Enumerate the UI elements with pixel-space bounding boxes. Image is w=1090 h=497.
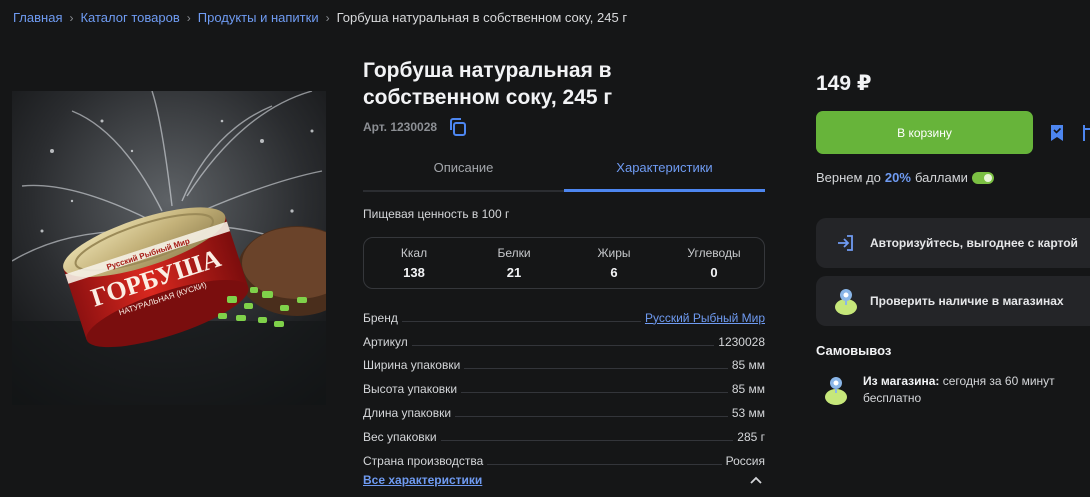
price: 149 ₽ xyxy=(816,72,872,95)
bonus-text-before: Вернем до xyxy=(816,170,881,185)
pickup-time-line: Из магазина: сегодня за 60 минут xyxy=(863,373,1055,390)
leader-line xyxy=(401,320,641,322)
characteristic-row: Артикул 1230028 xyxy=(363,325,765,349)
article-number: Арт. 1230028 xyxy=(363,120,438,134)
nutrition-label: Углеводы xyxy=(687,246,741,260)
add-to-cart-button[interactable]: В корзину xyxy=(816,111,1033,154)
characteristics-list: Бренд Русский Рыбный Мир Артикул 1230028… xyxy=(363,301,765,468)
breadcrumb: Главная › Каталог товаров › Продукты и н… xyxy=(13,10,627,25)
login-card-text: Авторизуйтесь, выгоднее с картой xyxy=(870,236,1078,250)
bonus-text-after: баллами xyxy=(914,170,968,185)
characteristic-value: 1230028 xyxy=(718,334,765,349)
store-pickup-icon xyxy=(825,377,847,405)
nutrition-value: 6 xyxy=(610,265,618,280)
all-characteristics-link[interactable]: Все характеристики xyxy=(363,473,482,487)
bookmark-icon[interactable] xyxy=(1048,123,1066,143)
characteristic-row: Страна производства Россия xyxy=(363,444,765,468)
characteristic-row: Высота упаковки 85 мм xyxy=(363,372,765,396)
breadcrumb-catalog[interactable]: Каталог товаров xyxy=(80,10,179,25)
product-image[interactable]: Русский Рыбный Мир ГОРБУША НАТУРАЛЬНАЯ (… xyxy=(12,91,326,405)
nutrition-value: 138 xyxy=(403,265,425,280)
breadcrumb-separator-icon: › xyxy=(69,10,74,25)
characteristic-key: Артикул xyxy=(363,334,408,349)
characteristic-key: Ширина упаковки xyxy=(363,358,461,373)
leader-line xyxy=(461,392,728,394)
store-bag-icon xyxy=(835,289,857,315)
nutrition-cell: Ккал 138 xyxy=(364,238,464,288)
product-tabs: Описание Характеристики xyxy=(363,154,765,192)
pickup-option: Из магазина: сегодня за 60 минут бесплат… xyxy=(822,373,1055,407)
login-icon xyxy=(838,235,853,251)
pickup-info: Из магазина: сегодня за 60 минут бесплат… xyxy=(863,373,1055,407)
nutrition-cell: Жиры 6 xyxy=(564,238,664,288)
nutrition-label: Жиры xyxy=(597,246,631,260)
breadcrumb-separator-icon: › xyxy=(186,10,191,25)
nutrition-cell: Углеводы 0 xyxy=(664,238,764,288)
pickup-when: сегодня за 60 минут xyxy=(942,374,1055,388)
tab-description[interactable]: Описание xyxy=(363,154,564,190)
nutrition-cell: Белки 21 xyxy=(464,238,564,288)
bonus-percent: 20% xyxy=(884,170,911,185)
nutrition-value: 0 xyxy=(710,265,718,280)
product-photo-illustration: Русский Рыбный Мир ГОРБУША НАТУРАЛЬНАЯ (… xyxy=(12,91,326,405)
nutrition-title: Пищевая ценность в 100 г xyxy=(363,207,510,221)
login-card[interactable]: Авторизуйтесь, выгоднее с картой xyxy=(816,218,1090,268)
leader-line xyxy=(440,439,734,441)
characteristic-key: Длина упаковки xyxy=(363,405,452,420)
nutrition-value: 21 xyxy=(506,265,522,280)
characteristic-key: Страна производства xyxy=(363,453,484,468)
bonus-info: Вернем до 20% баллами xyxy=(816,170,994,185)
pickup-from-label: Из магазина: xyxy=(863,374,940,388)
leader-line xyxy=(455,415,728,417)
characteristic-key: Вес упаковки xyxy=(363,429,437,444)
nutrition-label: Белки xyxy=(497,246,531,260)
tab-characteristics[interactable]: Характеристики xyxy=(564,154,765,192)
characteristic-row: Длина упаковки 53 мм xyxy=(363,396,765,420)
characteristic-value: 85 мм xyxy=(731,358,765,373)
characteristic-row: Бренд Русский Рыбный Мир xyxy=(363,301,765,325)
check-stores-card[interactable]: Проверить наличие в магазинах xyxy=(816,276,1090,326)
compare-icon[interactable] xyxy=(1081,123,1090,143)
characteristic-row: Ширина упаковки 85 мм xyxy=(363,349,765,373)
characteristic-key: Высота упаковки xyxy=(363,382,458,397)
breadcrumb-current: Горбуша натуральная в собственном соку, … xyxy=(336,10,628,25)
bonus-points-icon xyxy=(971,171,994,184)
breadcrumb-home[interactable]: Главная xyxy=(13,10,62,25)
nutrition-table: Ккал 138 Белки 21 Жиры 6 Углеводы 0 xyxy=(363,237,765,289)
characteristic-row: Вес упаковки 285 г xyxy=(363,420,765,444)
characteristic-value: Россия xyxy=(725,453,765,468)
nutrition-label: Ккал xyxy=(400,246,428,260)
characteristic-value: 85 мм xyxy=(731,382,765,397)
product-title: Горбуша натуральная в собственном соку, … xyxy=(363,59,613,109)
characteristic-key: Бренд xyxy=(363,310,398,325)
breadcrumb-category[interactable]: Продукты и напитки xyxy=(198,10,319,25)
pickup-cost: бесплатно xyxy=(863,391,922,405)
leader-line xyxy=(411,344,715,346)
check-stores-text: Проверить наличие в магазинах xyxy=(870,294,1064,308)
characteristic-value: 53 мм xyxy=(731,405,765,420)
copy-icon[interactable] xyxy=(447,116,469,138)
pickup-title: Самовывоз xyxy=(816,343,892,358)
leader-line xyxy=(487,463,722,465)
breadcrumb-separator-icon: › xyxy=(325,10,330,25)
chevron-up-icon[interactable] xyxy=(750,475,762,485)
characteristic-value: 285 г xyxy=(737,429,765,444)
brand-link[interactable]: Русский Рыбный Мир xyxy=(645,311,765,325)
leader-line xyxy=(464,368,728,370)
